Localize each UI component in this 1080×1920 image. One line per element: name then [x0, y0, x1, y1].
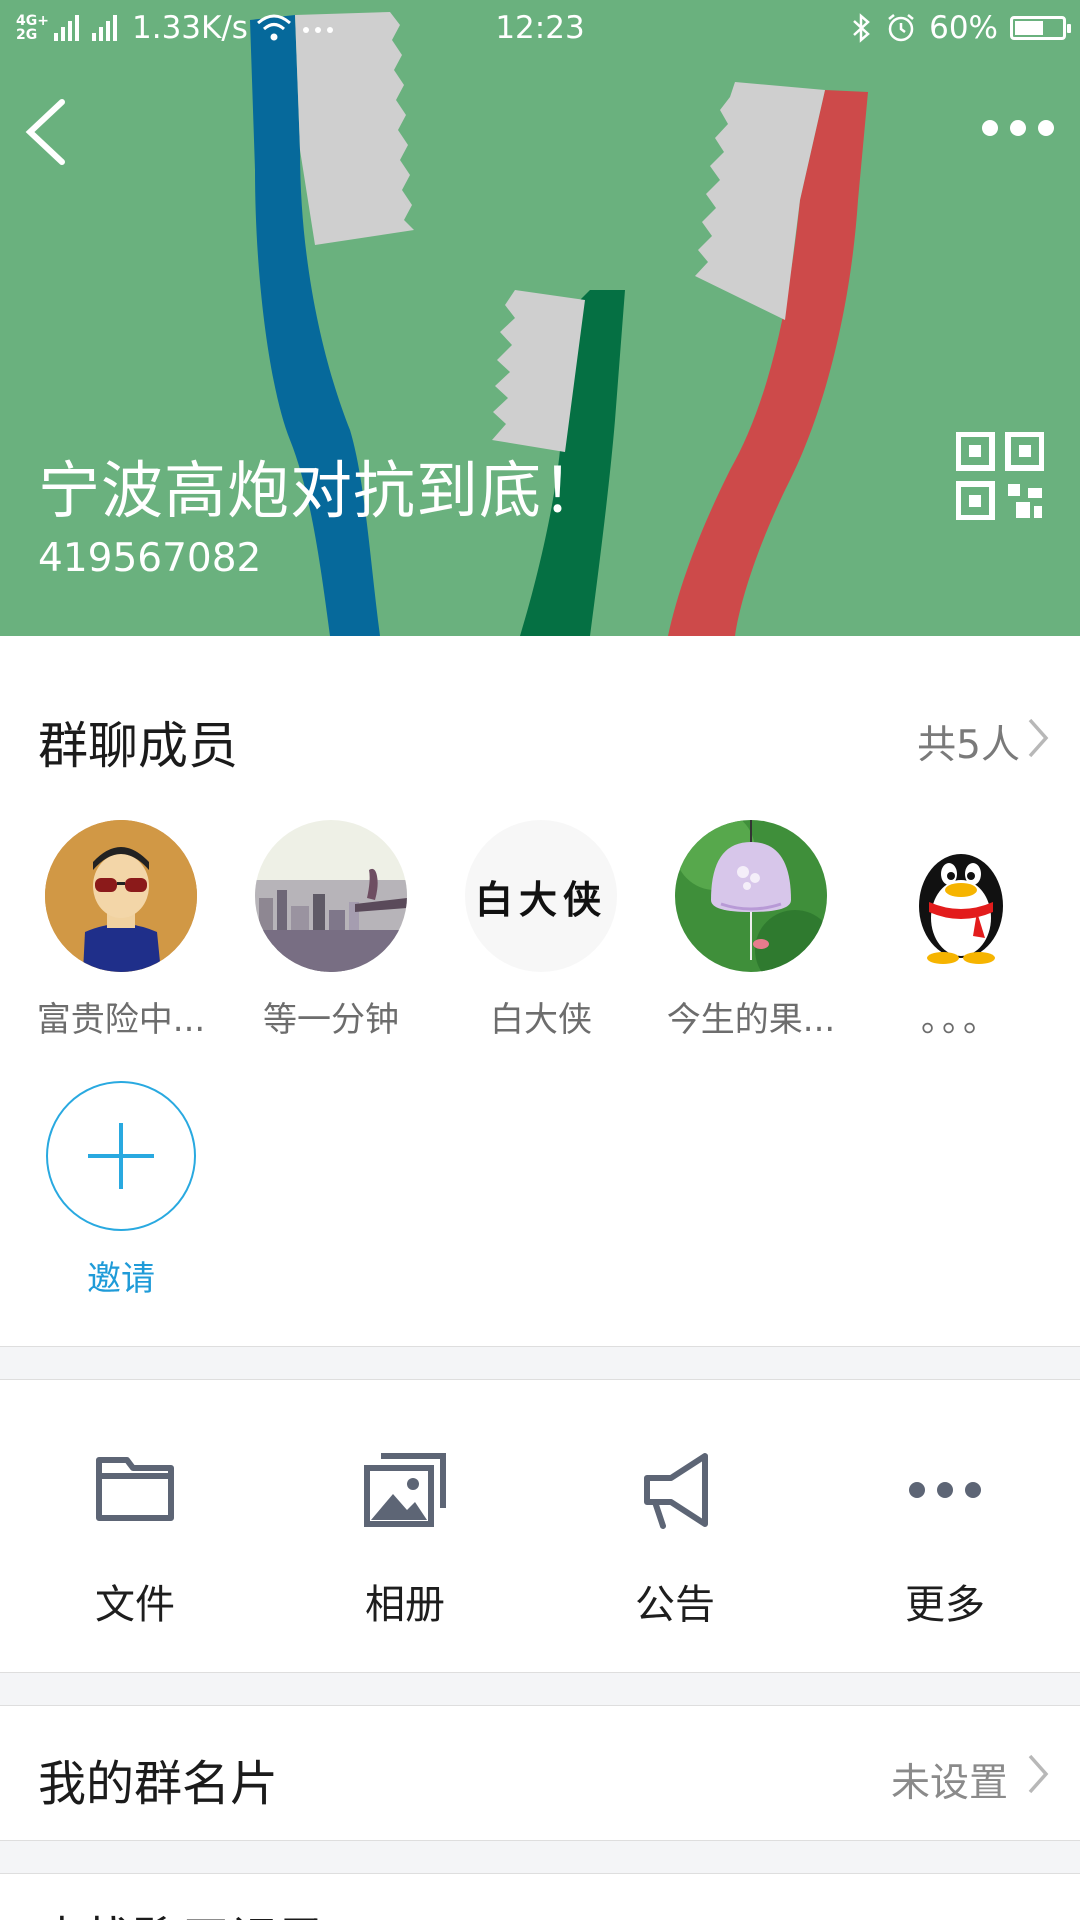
status-bar: 4G+ 2G 1.33K/s 12:23 60%: [0, 0, 1080, 58]
member-name: 白大侠: [490, 1000, 592, 1040]
members-title: 群聊成员: [38, 717, 238, 775]
album-icon: [364, 1453, 446, 1527]
member-item[interactable]: 今生的果...: [656, 820, 846, 1041]
tool-album[interactable]: 相册: [270, 1440, 540, 1630]
group-id: 419567082: [38, 536, 262, 581]
bluetooth-icon: [853, 13, 870, 43]
wind-chime-avatar: [675, 820, 827, 972]
tool-label: 更多: [905, 1582, 985, 1628]
row-value: 未设置: [890, 1761, 1008, 1806]
section-divider: [0, 1672, 1080, 1706]
my-group-card-row[interactable]: 我的群名片 未设置: [0, 1706, 1080, 1840]
city-view-avatar: [255, 820, 407, 972]
member-item[interactable]: 富贵险中...: [26, 820, 216, 1041]
add-icon: [46, 1081, 196, 1231]
member-item[interactable]: 白大侠 白大侠: [446, 820, 636, 1041]
group-header-banner: 4G+ 2G 1.33K/s 12:23 60% 宁波高炮对抗到底！ 41956…: [0, 0, 1080, 636]
more-dots-icon: [909, 1482, 981, 1498]
section-divider: [0, 1346, 1080, 1380]
group-name: 宁波高炮对抗到底！: [38, 454, 606, 527]
members-count: 共5人: [917, 723, 1020, 768]
member-item[interactable]: 。。。: [866, 820, 1056, 1041]
invite-label: 邀请: [87, 1259, 155, 1299]
tool-label: 相册: [365, 1582, 445, 1628]
qr-code-icon[interactable]: [956, 432, 1044, 520]
tool-files[interactable]: 文件: [0, 1440, 270, 1630]
member-name: 富贵险中...: [36, 1000, 206, 1040]
avatar: [885, 820, 1037, 972]
battery-icon: [1010, 16, 1071, 40]
tool-label: 文件: [95, 1582, 175, 1628]
member-item[interactable]: 等一分钟: [236, 820, 426, 1041]
members-header[interactable]: 群聊成员 共5人: [0, 636, 1080, 836]
avatar-text: 白大侠: [474, 876, 607, 922]
alarm-icon: [888, 14, 914, 42]
member-name: 今生的果...: [666, 1000, 836, 1040]
back-arrow-icon[interactable]: [20, 92, 76, 172]
chevron-right-icon: [1028, 718, 1049, 758]
avatar: [255, 820, 407, 972]
calligraphy-text-avatar: 白大侠: [465, 820, 617, 972]
member-name: 等一分钟: [263, 1000, 399, 1040]
more-options-icon[interactable]: [980, 108, 1056, 148]
megaphone-icon: [644, 1453, 708, 1529]
qq-penguin-avatar: [919, 854, 1003, 964]
avatar: [45, 820, 197, 972]
member-name: 。。。: [921, 1000, 1001, 1040]
invite-button[interactable]: 邀请: [46, 1081, 196, 1300]
battery-percent: 60%: [929, 10, 998, 46]
avatar: [675, 820, 827, 972]
tool-more[interactable]: 更多: [810, 1440, 1080, 1630]
row-label: 查找聊天记录: [38, 1900, 326, 1920]
chevron-right-icon: [1028, 1754, 1049, 1794]
search-history-row[interactable]: 查找聊天记录: [0, 1874, 1080, 1920]
tool-label: 公告: [635, 1582, 715, 1628]
section-divider: [0, 1840, 1080, 1874]
row-label: 我的群名片: [38, 1756, 279, 1812]
person-sunglasses-avatar: [45, 820, 197, 972]
tool-announcement[interactable]: 公告: [540, 1440, 810, 1630]
folder-icon: [96, 1457, 174, 1521]
